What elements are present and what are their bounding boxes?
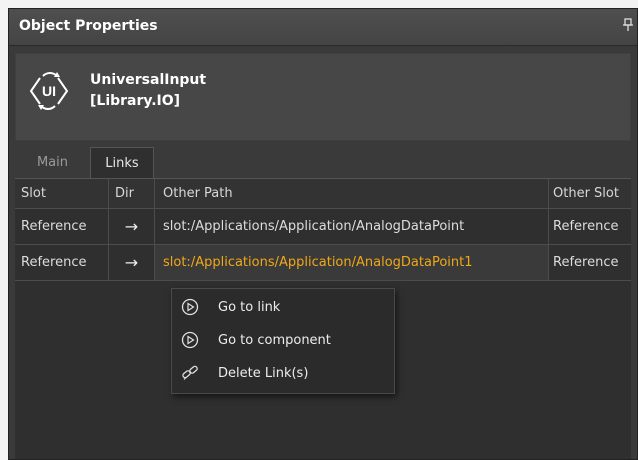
cell-slot: Reference — [15, 245, 109, 281]
cell-other-slot: Reference — [549, 209, 631, 245]
component-header: UI UniversalInput [Library.IO] — [15, 53, 631, 141]
menu-item-go-to-link[interactable]: Go to link — [172, 292, 394, 322]
component-name: UniversalInput — [90, 72, 207, 88]
menu-item-label: Go to component — [218, 332, 331, 348]
tab-links[interactable]: Links — [90, 147, 154, 178]
cell-dir: → — [109, 209, 155, 245]
ui-icon: UI — [26, 68, 72, 114]
column-header-slot[interactable]: Slot — [15, 179, 109, 209]
pin-icon[interactable] — [623, 18, 633, 35]
cell-slot: Reference — [15, 209, 109, 245]
ui-icon-text: UI — [42, 83, 56, 99]
column-header-dir[interactable]: Dir — [109, 179, 155, 209]
menu-item-label: Go to link — [218, 299, 281, 315]
menu-item-delete-links[interactable]: Delete Link(s) — [172, 358, 394, 388]
cell-other-slot: Reference — [549, 245, 631, 281]
table-row-selected[interactable]: Reference → slot:/Applications/Applicati… — [15, 245, 631, 281]
arrow-right-icon: → — [124, 217, 139, 236]
column-header-other-slot[interactable]: Other Slot — [549, 179, 631, 209]
cell-other-path: slot:/Applications/Application/AnalogDat… — [155, 245, 549, 281]
panel-title: Object Properties — [19, 18, 158, 34]
play-circle-icon — [180, 297, 200, 317]
arrow-right-icon: → — [124, 253, 139, 272]
cell-other-path: slot:/Applications/Application/AnalogDat… — [155, 209, 549, 245]
menu-item-label: Delete Link(s) — [218, 365, 309, 381]
context-menu: Go to link Go to component Delete Link(s… — [171, 288, 395, 394]
menu-item-go-to-component[interactable]: Go to component — [172, 325, 394, 355]
table-row[interactable]: Reference → slot:/Applications/Applicati… — [15, 209, 631, 245]
panel-titlebar: Object Properties — [9, 9, 637, 46]
play-circle-icon — [180, 330, 200, 350]
component-library: [Library.IO] — [90, 93, 181, 109]
table-header-row: Slot Dir Other Path Other Slot — [15, 179, 631, 209]
column-header-other-path[interactable]: Other Path — [155, 179, 549, 209]
broken-link-icon — [180, 363, 200, 383]
tab-main[interactable]: Main — [15, 147, 90, 178]
cell-dir: → — [109, 245, 155, 281]
